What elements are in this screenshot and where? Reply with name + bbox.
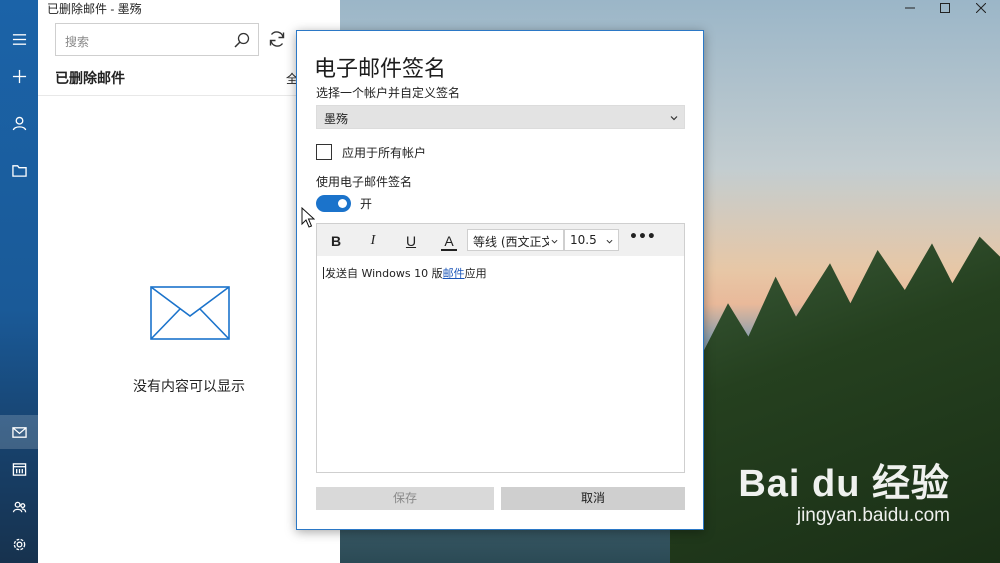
toggle-knob: [338, 199, 347, 208]
window-title: 已删除邮件 - 墨殇: [47, 2, 142, 16]
folders-button[interactable]: [0, 153, 38, 187]
account-icon: [12, 116, 26, 130]
dialog-title: 电子邮件签名: [314, 57, 447, 82]
font-family-value: 等线 (西文正文): [473, 235, 549, 249]
use-signature-toggle[interactable]: [316, 195, 351, 212]
save-button[interactable]: 保存: [316, 487, 494, 510]
mail-icon: [11, 426, 27, 438]
mouse-cursor-icon: [301, 207, 315, 228]
apply-all-label: 应用于所有帐户: [342, 146, 427, 160]
calendar-app-button[interactable]: [0, 452, 38, 486]
font-color-label: A: [444, 233, 454, 249]
empty-envelope-icon: [150, 286, 230, 340]
baidu-watermark: Bai du 经验 jingyan.baidu.com: [738, 452, 950, 527]
app-nav-bar: [0, 0, 38, 563]
settings-button[interactable]: [0, 527, 38, 561]
chevron-down-icon: [670, 116, 678, 121]
signature-suffix: 应用: [464, 267, 487, 280]
choose-account-label: 选择一个帐户并自定义签名: [316, 86, 461, 100]
font-size-dropdown[interactable]: 10.5: [564, 229, 619, 251]
account-dropdown-value: 墨殇: [324, 112, 349, 126]
search-input[interactable]: 搜索: [65, 33, 89, 50]
pane-divider: [38, 95, 340, 96]
signature-prefix: 发送自 Windows 10 版: [325, 267, 443, 280]
font-color-button[interactable]: A: [438, 231, 460, 251]
mail-app-button[interactable]: [0, 415, 38, 449]
use-signature-label: 使用电子邮件签名: [316, 175, 413, 189]
text-caret: [323, 267, 324, 279]
more-options-button[interactable]: •••: [629, 229, 656, 251]
chevron-down-icon: [606, 239, 613, 244]
minimize-icon: [905, 7, 915, 9]
maximize-button[interactable]: [930, 0, 960, 16]
font-color-swatch: [441, 249, 457, 251]
search-icon[interactable]: [233, 31, 251, 49]
italic-button[interactable]: I: [362, 231, 384, 251]
menu-icon: [12, 33, 26, 45]
format-toolbar: B I U A 等线 (西文正文) 10.5 •••: [317, 224, 684, 256]
cancel-button[interactable]: 取消: [501, 487, 685, 510]
accounts-button[interactable]: [0, 106, 38, 140]
people-app-button[interactable]: [0, 490, 38, 524]
calendar-icon: [12, 462, 26, 476]
new-mail-button[interactable]: [0, 59, 38, 93]
plus-icon: [12, 69, 26, 83]
toggle-state-label: 开: [360, 197, 373, 211]
search-box[interactable]: 搜索: [55, 23, 259, 56]
apply-all-checkbox[interactable]: [316, 144, 332, 160]
account-dropdown[interactable]: 墨殇: [316, 105, 685, 129]
bold-button[interactable]: B: [325, 231, 347, 251]
folder-title: 已删除邮件: [55, 71, 125, 87]
minimize-button[interactable]: [895, 0, 925, 16]
watermark-logo: Bai du 经验: [738, 463, 950, 505]
watermark-url: jingyan.baidu.com: [796, 505, 950, 526]
font-size-value: 10.5: [570, 233, 597, 247]
email-signature-dialog: 电子邮件签名 选择一个帐户并自定义签名 墨殇 应用于所有帐户 使用电子邮件签名 …: [296, 30, 704, 530]
gear-icon: [13, 538, 25, 550]
hamburger-menu-button[interactable]: [0, 22, 38, 56]
signature-text[interactable]: 发送自 Windows 10 版邮件应用: [323, 265, 487, 281]
folder-icon: [11, 164, 27, 177]
chevron-down-icon: [551, 239, 558, 244]
signature-editor[interactable]: B I U A 等线 (西文正文) 10.5 ••• 发送自 Windows 1…: [316, 223, 685, 473]
close-icon: [976, 3, 986, 13]
font-family-dropdown[interactable]: 等线 (西文正文): [467, 229, 564, 251]
close-button[interactable]: [966, 0, 996, 16]
signature-mail-link[interactable]: 邮件: [443, 267, 465, 280]
maximize-icon: [940, 3, 950, 13]
mail-list-pane: 已删除邮件 - 墨殇 搜索 已删除邮件 全 没有内容可以显示: [38, 0, 340, 563]
underline-button[interactable]: U: [400, 231, 422, 251]
people-icon: [12, 501, 26, 512]
empty-state-message: 没有内容可以显示: [133, 379, 245, 395]
sync-icon[interactable]: [267, 29, 287, 49]
